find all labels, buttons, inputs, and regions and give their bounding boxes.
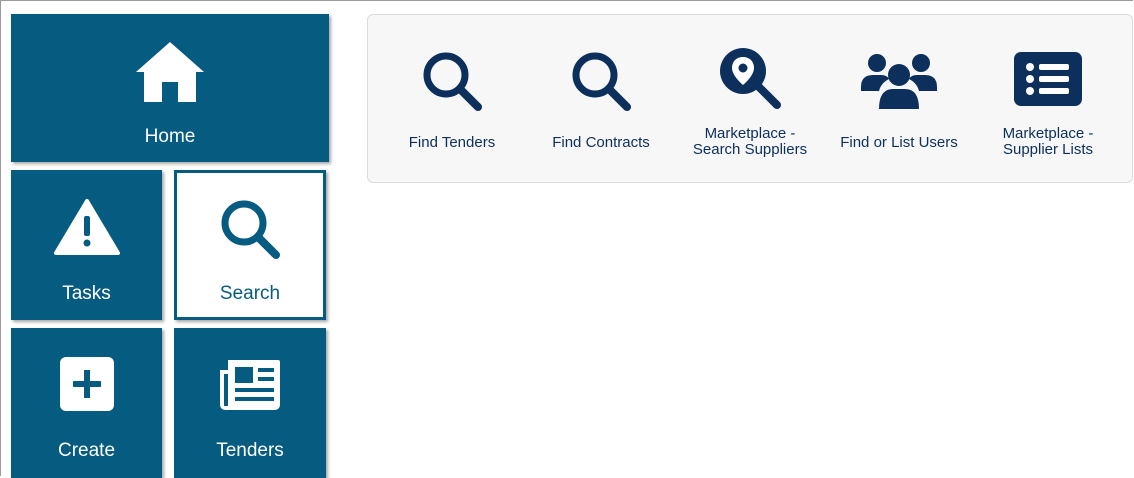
marketplace-supplier-lists-line2: Supplier Lists <box>1002 141 1094 158</box>
search-icon <box>378 49 526 113</box>
search-icon <box>177 197 323 261</box>
list-icon <box>974 51 1122 107</box>
tile-tasks-label: Tasks <box>62 283 111 304</box>
home-icon <box>11 40 329 104</box>
marketplace-search-suppliers-item[interactable]: Marketplace - Search Suppliers <box>676 15 824 184</box>
find-or-list-users-item[interactable]: Find or List Users <box>825 15 973 184</box>
search-icon <box>527 49 675 113</box>
find-contracts-label: Find Contracts <box>552 134 650 151</box>
tile-tenders[interactable]: Tenders <box>174 328 326 478</box>
tile-tasks[interactable]: Tasks <box>11 170 162 320</box>
tile-search[interactable]: Search <box>174 170 326 320</box>
search-submenu-panel: Find Tenders Find Contracts Marketplace … <box>367 14 1133 183</box>
marketplace-search-suppliers-label: Marketplace - Search Suppliers <box>676 126 824 158</box>
find-tenders-label: Find Tenders <box>408 134 496 151</box>
find-tenders-item[interactable]: Find Tenders <box>378 15 526 184</box>
users-icon <box>825 51 973 111</box>
location-search-icon <box>676 45 824 111</box>
marketplace-supplier-lists-label: Marketplace - Supplier Lists <box>974 126 1122 158</box>
find-contracts-item[interactable]: Find Contracts <box>527 15 675 184</box>
marketplace-search-suppliers-line2: Search Suppliers <box>692 141 808 158</box>
tile-search-label: Search <box>219 283 281 304</box>
tile-tenders-label: Tenders <box>216 440 284 461</box>
marketplace-search-suppliers-line1: Marketplace - <box>704 125 796 142</box>
tile-create[interactable]: Create <box>11 328 162 478</box>
tile-create-label: Create <box>57 440 116 461</box>
warning-icon <box>11 198 162 256</box>
tile-home-label: Home <box>144 126 196 147</box>
marketplace-supplier-lists-item[interactable]: Marketplace - Supplier Lists <box>974 15 1122 184</box>
marketplace-supplier-lists-line1: Marketplace - <box>1002 125 1094 142</box>
newspaper-icon <box>174 356 326 412</box>
tile-home[interactable]: Home <box>11 14 329 162</box>
find-or-list-users-label: Find or List Users <box>840 134 958 151</box>
plus-square-icon <box>11 356 162 412</box>
